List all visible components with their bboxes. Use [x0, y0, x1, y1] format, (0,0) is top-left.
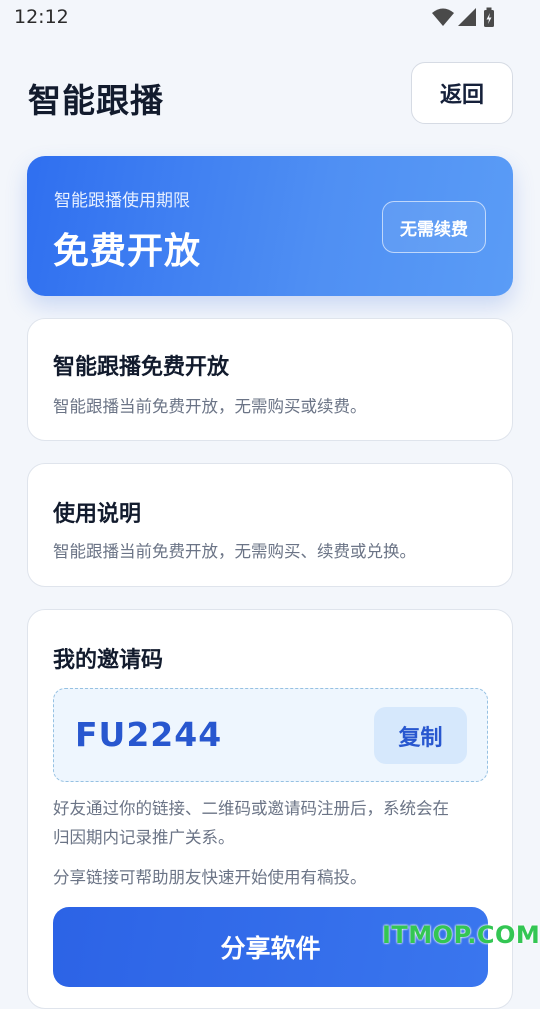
status-icons [432, 7, 494, 27]
no-renewal-badge: 无需续费 [382, 201, 486, 253]
usage-card: 使用说明 智能跟播当前免费开放，无需购买、续费或兑换。 [27, 463, 513, 587]
share-hint: 分享链接可帮助朋友快速开始使用有稿投。 [53, 868, 367, 887]
notice-card-title: 智能跟播免费开放 [53, 355, 230, 380]
notice-card: 智能跟播免费开放 智能跟播当前免费开放，无需购买或续费。 [27, 318, 513, 441]
battery-icon [484, 7, 494, 27]
usage-card-text: 智能跟播当前免费开放，无需购买、续费或兑换。 [53, 542, 416, 561]
back-button[interactable]: 返回 [411, 62, 513, 124]
invite-code: FU2244 [75, 715, 223, 754]
status-bar: 12:12 [0, 0, 540, 36]
header: 智能跟播 返回 [0, 62, 540, 128]
invite-desc-line2: 归因期内记录推广关系。 [53, 828, 235, 847]
invite-desc-line1: 好友通过你的链接、二维码或邀请码注册后，系统会在 [53, 799, 449, 818]
invite-card: 我的邀请码 FU2244 复制 好友通过你的链接、二维码或邀请码注册后，系统会在… [27, 609, 513, 1009]
invite-code-box: FU2244 复制 [53, 688, 488, 782]
hero-card: 智能跟播使用期限 免费开放 无需续费 [27, 156, 513, 296]
invite-card-title: 我的邀请码 [53, 648, 164, 673]
usage-card-title: 使用说明 [53, 502, 142, 527]
copy-button[interactable]: 复制 [374, 707, 467, 764]
hero-title: 免费开放 [53, 231, 202, 272]
watermark: ITMOP.COM [382, 921, 540, 949]
notice-card-text: 智能跟播当前免费开放，无需购买或续费。 [53, 397, 367, 416]
page-title: 智能跟播 [28, 81, 164, 120]
status-time: 12:12 [14, 6, 69, 28]
signal-icon [458, 8, 476, 26]
hero-subtitle: 智能跟播使用期限 [54, 191, 190, 211]
wifi-icon [432, 8, 454, 26]
